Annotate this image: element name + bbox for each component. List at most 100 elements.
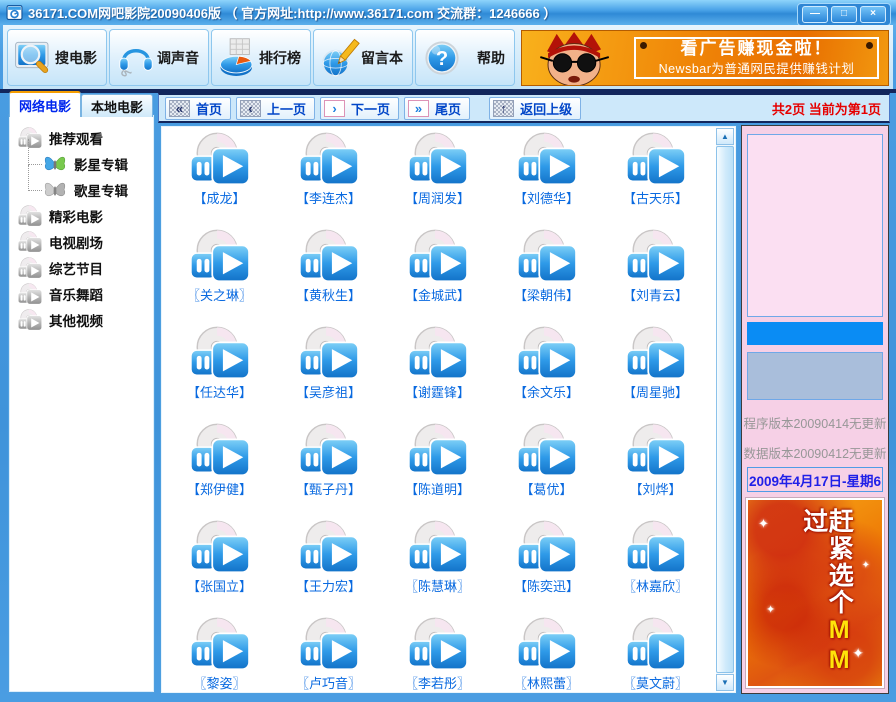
movie-item[interactable]: 【王力宏】 <box>274 519 383 616</box>
disc-play-icon <box>516 519 578 575</box>
disc-play-icon <box>407 228 469 284</box>
disc-play-icon <box>298 616 360 672</box>
sidebar-tabs: 网络电影本地电影 <box>9 91 153 117</box>
bf-gray-icon <box>42 179 68 201</box>
movie-item-label: 【谢霆锋】 <box>405 382 470 401</box>
toolbar-button-search-movie[interactable]: 搜电影 <box>7 29 107 86</box>
movie-item[interactable]: 【李连杰】 <box>274 131 383 228</box>
disc-play-icon <box>516 228 578 284</box>
movie-item[interactable]: 【郑伊健】 <box>165 422 274 519</box>
disc-play-icon <box>189 422 251 478</box>
movie-item-label: 【陈奕迅】 <box>514 576 579 595</box>
disc-play-icon <box>625 131 687 187</box>
minimize-button[interactable]: — <box>802 6 828 23</box>
toolbar-button-ranking[interactable]: 排行榜 <box>211 29 311 86</box>
movie-item[interactable]: 【刘青云】 <box>601 228 710 325</box>
ad-vertical-text: 赶紧选个MM过 <box>800 508 851 686</box>
blue-bar <box>747 322 883 345</box>
movie-item[interactable]: 【周润发】 <box>383 131 492 228</box>
sparkle-icon: ✦ <box>852 645 864 662</box>
sidebar-item-great-movies[interactable]: 精彩电影 <box>17 203 154 229</box>
app-window: { "window": { "title": "36171.COM网吧影院200… <box>0 0 896 702</box>
ad-line-top: 赶紧选个 <box>825 508 853 616</box>
movie-item-label: 〖关之琳〗 <box>187 285 252 304</box>
movie-item[interactable]: 【任达华】 <box>165 325 274 422</box>
nav-button-next-page[interactable]: › 下一页 <box>320 97 399 120</box>
disc-play-icon <box>189 228 251 284</box>
movie-item[interactable]: 【黄秋生】 <box>274 228 383 325</box>
scroll-up-button[interactable]: ▲ <box>716 128 734 145</box>
movie-item[interactable]: 〖莫文蔚〗 <box>601 616 710 690</box>
movie-item-label: 【葛优】 <box>520 479 572 498</box>
movie-item[interactable]: 【张国立】 <box>165 519 274 616</box>
disc-play-icon <box>298 131 360 187</box>
scrollbar-thumb[interactable] <box>716 146 734 673</box>
disc-play-icon <box>189 325 251 381</box>
movie-item[interactable]: 【古天乐】 <box>601 131 710 228</box>
movie-item[interactable]: 【甄子丹】 <box>274 422 383 519</box>
movie-item-label: 〖李若彤〗 <box>405 673 470 690</box>
maximize-button[interactable]: □ <box>831 6 857 23</box>
sidebar-item-tv-theater[interactable]: 电视剧场 <box>17 229 154 255</box>
data-version-text: 数据版本20090412无更新 <box>742 443 888 462</box>
movie-item[interactable]: 〖陈慧琳〗 <box>383 519 492 616</box>
movie-item[interactable]: 【梁朝伟】 <box>492 228 601 325</box>
movie-item-label: 【刘德华】 <box>514 188 579 207</box>
movie-item[interactable]: 〖黎姿〗 <box>165 616 274 690</box>
disc-play-icon <box>516 616 578 672</box>
movie-item-label: 【黄秋生】 <box>296 285 361 304</box>
movie-item[interactable]: 【谢霆锋】 <box>383 325 492 422</box>
top-ad-banner[interactable]: 看广告赚现金啦！ Newsbar为普通网民提供赚钱计划 <box>521 30 889 86</box>
preview-placeholder <box>747 134 883 317</box>
movie-item[interactable]: 〖卢巧音〗 <box>274 616 383 690</box>
movie-item[interactable]: 【余文乐】 <box>492 325 601 422</box>
sidebar-item-variety-shows[interactable]: 综艺节目 <box>17 255 154 281</box>
nav-arrow-icon: ‹ <box>240 100 261 117</box>
close-button[interactable]: × <box>860 6 886 23</box>
discplay-gray-icon <box>17 205 43 227</box>
movie-item[interactable]: 【金城武】 <box>383 228 492 325</box>
discplay-gray-icon <box>17 231 43 253</box>
sidebar-item-music-dance[interactable]: 音乐舞蹈 <box>17 281 154 307</box>
movie-item[interactable]: 〖关之琳〗 <box>165 228 274 325</box>
sidebar-item-star-albums[interactable]: 影星专辑 <box>42 151 154 177</box>
nav-button-home[interactable]: « 首页 <box>165 97 231 120</box>
tab-network-movies[interactable]: 网络电影 <box>9 91 81 117</box>
movie-item[interactable]: 〖林嘉欣〗 <box>601 519 710 616</box>
toolbar-button-help[interactable]: 帮助 <box>415 29 515 86</box>
tree-item-label: 歌星专辑 <box>74 180 128 200</box>
movie-item-label: 【王力宏】 <box>296 576 361 595</box>
nav-button-label: 尾页 <box>435 99 461 118</box>
sidebar-item-other-videos[interactable]: 其他视频 <box>17 307 154 333</box>
movie-item[interactable]: 〖李若彤〗 <box>383 616 492 690</box>
nav-button-prev-page[interactable]: ‹ 上一页 <box>236 97 315 120</box>
nav-arrow-icon: ↑ <box>493 100 514 117</box>
toolbar-button-adjust-sound[interactable]: 调声音 <box>109 29 209 86</box>
disc-play-icon <box>189 519 251 575</box>
movie-item[interactable]: 【陈奕迅】 <box>492 519 601 616</box>
side-ad-banner[interactable]: ✦ ✦ ✦ ✦ 赶紧选个MM过 <box>746 498 884 688</box>
vertical-scrollbar[interactable]: ▲ ▼ <box>716 128 734 691</box>
nav-button-last-page[interactable]: » 尾页 <box>404 97 470 120</box>
sparkle-icon: ✦ <box>862 560 870 571</box>
gray-placeholder <box>747 352 883 400</box>
movie-item[interactable]: 【刘德华】 <box>492 131 601 228</box>
movie-item[interactable]: 【葛优】 <box>492 422 601 519</box>
movie-item[interactable]: 【陈道明】 <box>383 422 492 519</box>
movie-item[interactable]: 【周星驰】 <box>601 325 710 422</box>
movie-item-label: 【周星驰】 <box>623 382 688 401</box>
movie-item-label: 【李连杰】 <box>296 188 361 207</box>
movie-item[interactable]: 【吴彦祖】 <box>274 325 383 422</box>
disc-play-icon <box>298 519 360 575</box>
nav-button-back-up[interactable]: ↑ 返回上级 <box>489 97 581 120</box>
nav-button-label: 首页 <box>196 99 222 118</box>
movie-item[interactable]: 【刘烨】 <box>601 422 710 519</box>
movie-item[interactable]: 【成龙】 <box>165 131 274 228</box>
toolbar-button-guestbook[interactable]: 留言本 <box>313 29 413 86</box>
help-icon <box>421 37 463 79</box>
sidebar-item-singer-albums[interactable]: 歌星专辑 <box>42 177 154 203</box>
movie-item[interactable]: 〖林熙蕾〗 <box>492 616 601 690</box>
movie-item-label: 【刘青云】 <box>623 285 688 304</box>
tab-local-movies[interactable]: 本地电影 <box>81 94 153 117</box>
scroll-down-button[interactable]: ▼ <box>716 674 734 691</box>
